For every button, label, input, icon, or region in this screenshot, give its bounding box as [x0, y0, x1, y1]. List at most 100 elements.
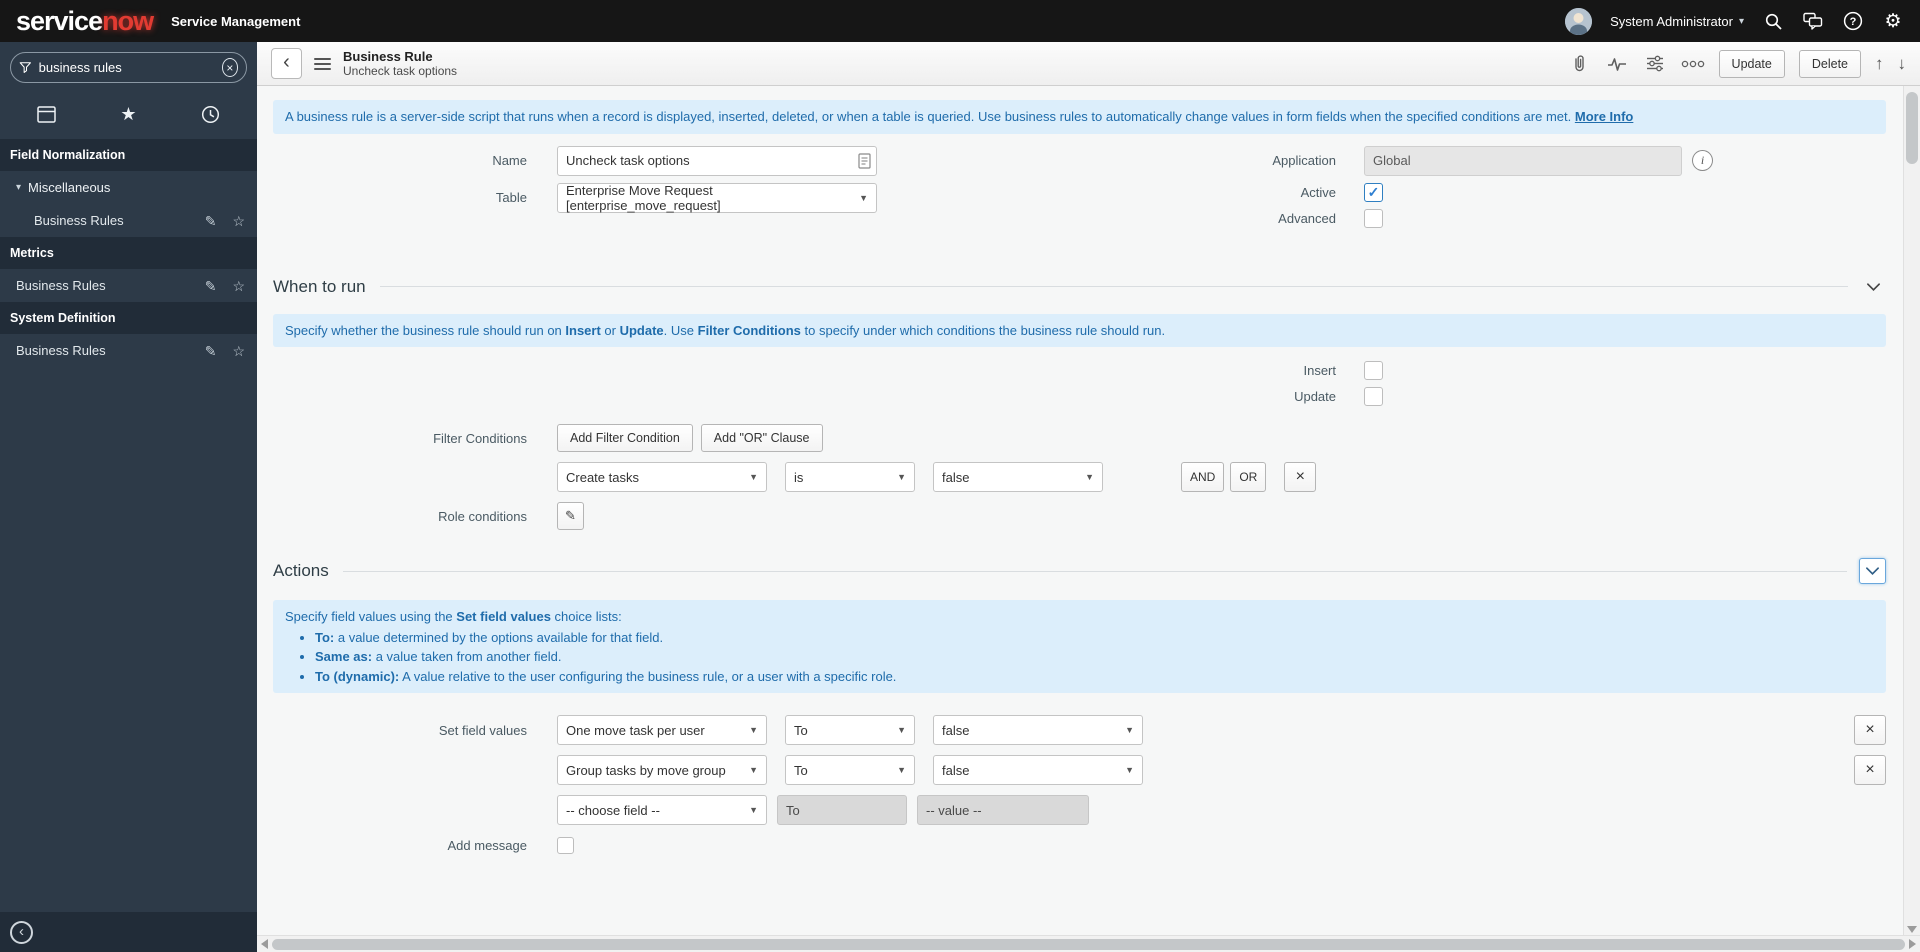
banner-text: choice lists:	[550, 609, 622, 625]
sfv-operator-select[interactable]: To ▼	[785, 715, 915, 746]
delete-condition-button[interactable]: ×	[1284, 462, 1317, 493]
add-or-clause-button[interactable]: Add "OR" Clause	[700, 424, 823, 453]
set-field-value-row: Group tasks by move group ▼ To ▼ false ▼…	[273, 755, 1886, 786]
edit-role-conditions-button[interactable]: ✎	[557, 502, 584, 531]
table-label: Table	[495, 190, 527, 206]
tab-favorites[interactable]: ★	[111, 101, 145, 127]
more-options-icon[interactable]	[1681, 53, 1705, 75]
table-select[interactable]: Enterprise Move Request [enterprise_move…	[557, 182, 877, 213]
sfv-field-select[interactable]: One move task per user ▼	[557, 715, 767, 746]
condition-operator-select[interactable]: is ▼	[785, 462, 915, 493]
personalize-form-icon[interactable]	[1643, 53, 1667, 75]
add-filter-condition-button[interactable]: Add Filter Condition	[557, 424, 693, 453]
scroll-left-arrow-icon[interactable]	[261, 939, 268, 949]
banner-bullet: To: a value determined by the options av…	[315, 629, 1874, 647]
chevron-down-icon: ▼	[749, 725, 758, 736]
clear-search-icon[interactable]: ×	[221, 58, 238, 77]
add-message-checkbox[interactable]	[557, 837, 574, 855]
help-icon[interactable]: ?	[1842, 10, 1864, 32]
horizontal-scrollbar-thumb[interactable]	[272, 938, 1905, 950]
form-context-menu-icon[interactable]	[314, 57, 331, 70]
vertical-scrollbar-thumb[interactable]	[1906, 92, 1918, 164]
user-menu[interactable]: System Administrator ▾	[1610, 14, 1744, 29]
sfv-choose-field-select[interactable]: -- choose field -- ▼	[557, 795, 767, 826]
collapse-navigator-icon[interactable]: ‹	[10, 920, 33, 944]
horizontal-scrollbar[interactable]	[257, 935, 1920, 952]
scroll-right-arrow-icon[interactable]	[1909, 939, 1916, 949]
active-checkbox[interactable]: ✓	[1364, 182, 1383, 202]
collapse-section-icon[interactable]	[1860, 276, 1886, 298]
remove-row-button[interactable]: ×	[1854, 755, 1886, 786]
avatar[interactable]	[1565, 7, 1593, 35]
favorite-star-icon[interactable]: ☆	[232, 214, 245, 228]
activity-stream-icon[interactable]	[1605, 53, 1629, 75]
scroll-down-arrow-icon[interactable]	[1907, 926, 1917, 933]
favorite-star-icon[interactable]: ☆	[232, 344, 245, 358]
nav-group-miscellaneous[interactable]: ▾ Miscellaneous	[0, 171, 257, 204]
tab-history[interactable]	[193, 101, 227, 127]
collapse-section-icon[interactable]	[1859, 558, 1886, 585]
navigator-search-input[interactable]	[38, 60, 215, 75]
sfv-field-select[interactable]: Group tasks by move group ▼	[557, 755, 767, 786]
nav-module-business-rules-3[interactable]: Business Rules ✎ ☆	[0, 334, 257, 367]
chevron-down-icon: ▼	[749, 472, 758, 483]
record-title-block: Business Rule Uncheck task options	[343, 49, 457, 79]
update-checkbox[interactable]	[1364, 387, 1383, 407]
advanced-checkbox[interactable]	[1364, 208, 1383, 228]
back-chevron-icon: ‹	[283, 51, 290, 73]
text-document-icon[interactable]	[858, 152, 871, 174]
form-toolbar: ‹ Business Rule Uncheck task options Upd…	[257, 42, 1920, 86]
role-conditions-label: Role conditions	[438, 508, 527, 524]
vertical-scrollbar[interactable]	[1903, 86, 1920, 935]
nav-module-business-rules-1[interactable]: Business Rules ✎ ☆	[0, 204, 257, 237]
favorite-star-icon[interactable]: ☆	[232, 279, 245, 293]
banner-bold: Update	[619, 322, 664, 338]
more-info-link[interactable]: More Info	[1575, 109, 1634, 124]
sfv-operator-disabled: To	[777, 795, 907, 826]
business-rule-info-banner: A business rule is a server-side script …	[273, 100, 1886, 134]
scroll-down-icon[interactable]: ↓	[1898, 54, 1907, 74]
gear-icon[interactable]: ⚙	[1882, 10, 1904, 32]
sfv-field-value: Group tasks by move group	[566, 762, 726, 778]
condition-field-select[interactable]: Create tasks ▼	[557, 462, 767, 493]
insert-checkbox[interactable]	[1364, 361, 1383, 381]
edit-module-icon[interactable]: ✎	[205, 344, 217, 358]
update-button[interactable]: Update	[1718, 49, 1785, 78]
edit-module-icon[interactable]: ✎	[205, 214, 217, 228]
condition-value-select[interactable]: false ▼	[933, 462, 1103, 493]
tab-all-applications[interactable]	[30, 101, 64, 127]
sfv-operator-select[interactable]: To ▼	[785, 755, 915, 786]
scroll-up-icon[interactable]: ↑	[1875, 54, 1884, 74]
search-icon[interactable]	[1762, 10, 1784, 32]
nav-app-field-normalization[interactable]: Field Normalization	[0, 139, 257, 171]
edit-module-icon[interactable]: ✎	[205, 279, 217, 293]
navigator-search[interactable]: ×	[10, 52, 247, 83]
sfv-value-value: false	[942, 722, 970, 738]
banner-text: or	[600, 322, 620, 338]
when-to-run-title: When to run	[273, 276, 366, 296]
update-field-label: Update	[1294, 389, 1336, 405]
info-icon[interactable]: i	[1692, 150, 1713, 172]
nav-module-business-rules-2[interactable]: Business Rules ✎ ☆	[0, 269, 257, 302]
remove-row-button[interactable]: ×	[1854, 715, 1886, 746]
sfv-field-value: One move task per user	[566, 722, 705, 738]
banner-text: to specify under which conditions the bu…	[800, 322, 1166, 338]
name-input[interactable]	[557, 145, 877, 176]
banner-bullet: To (dynamic): A value relative to the us…	[315, 668, 1874, 686]
set-field-value-row: -- choose field -- ▼ To -- value --	[273, 795, 1886, 826]
logo-now-text: now	[102, 5, 154, 36]
nav-app-metrics[interactable]: Metrics	[0, 237, 257, 269]
delete-button[interactable]: Delete	[1798, 49, 1861, 78]
back-button[interactable]: ‹	[271, 48, 302, 79]
sfv-value-select[interactable]: false ▼	[933, 755, 1143, 786]
top-header: servicenow Service Management System Adm…	[0, 0, 1920, 42]
attachment-icon[interactable]	[1567, 53, 1591, 75]
filter-funnel-icon	[19, 62, 31, 73]
or-button[interactable]: OR	[1230, 462, 1267, 493]
sfv-value-select[interactable]: false ▼	[933, 715, 1143, 746]
nav-app-system-definition[interactable]: System Definition	[0, 302, 257, 334]
add-message-label: Add message	[447, 838, 528, 854]
and-button[interactable]: AND	[1181, 462, 1225, 493]
chat-icon[interactable]	[1802, 10, 1824, 32]
chevron-down-icon: ▼	[859, 192, 868, 203]
